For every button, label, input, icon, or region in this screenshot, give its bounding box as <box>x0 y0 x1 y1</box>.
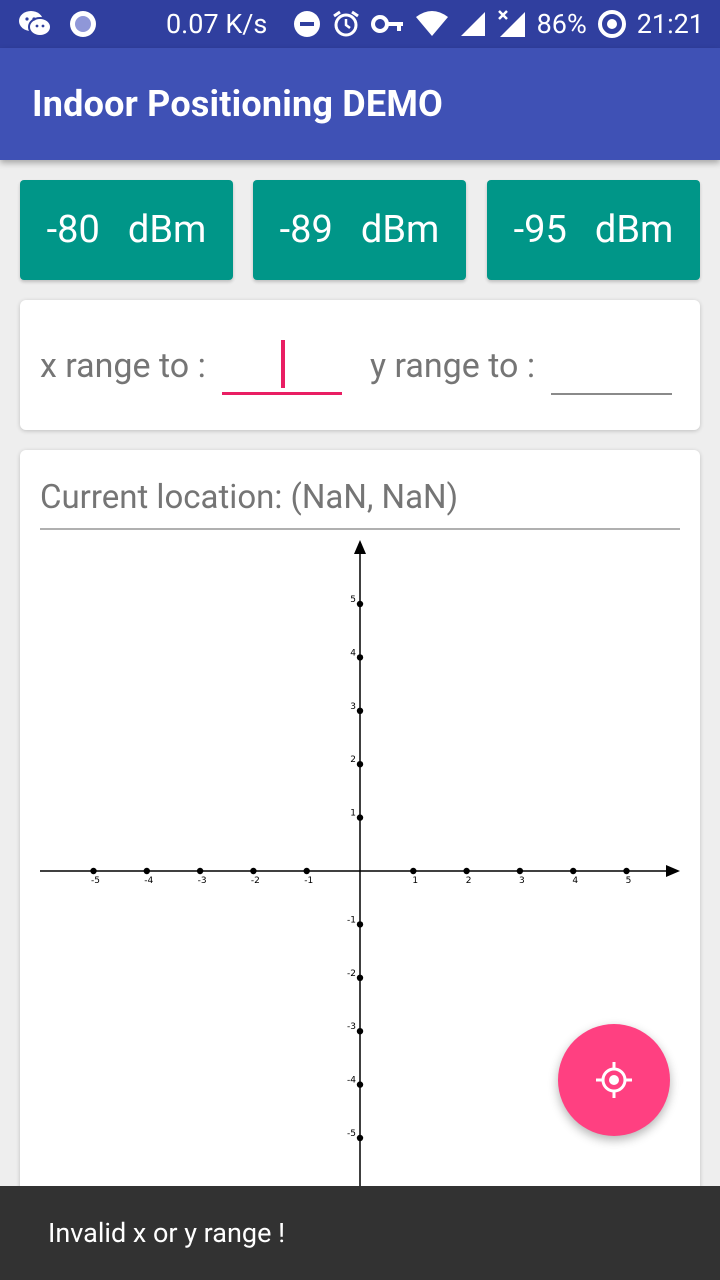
y-tick-mark <box>356 921 364 928</box>
app-title: Indoor Positioning DEMO <box>32 83 444 125</box>
y-tick-mark <box>356 1081 364 1088</box>
y-tick-label: -1 <box>347 915 356 925</box>
text-cursor <box>281 340 285 388</box>
rssi-button-2[interactable]: -89 dBm <box>253 180 466 280</box>
y-tick-mark <box>356 814 364 821</box>
y-range-input[interactable] <box>551 348 672 388</box>
x-tick-mark <box>623 867 630 875</box>
wifi-icon <box>415 11 449 37</box>
y-range-label: y range to : <box>370 346 536 386</box>
signal-icon <box>459 10 487 38</box>
snackbar-message: Invalid x or y range ! <box>48 1217 286 1249</box>
my-location-icon <box>594 1060 634 1100</box>
x-tick-mark <box>570 867 577 875</box>
record-icon <box>68 9 98 39</box>
y-tick-label: 5 <box>350 595 356 605</box>
y-tick-mark <box>356 654 364 661</box>
rssi-button-3[interactable]: -95 dBm <box>487 180 700 280</box>
y-tick-mark <box>356 761 364 768</box>
y-tick-label: -3 <box>347 1022 356 1032</box>
rssi-value: -80 <box>46 208 100 252</box>
x-tick-label: -1 <box>304 876 313 886</box>
y-tick-mark <box>356 600 364 608</box>
x-tick-mark <box>90 867 97 875</box>
battery-saver-icon <box>597 9 627 39</box>
x-tick-label: -4 <box>144 876 153 886</box>
y-tick-label: 4 <box>350 648 356 658</box>
rssi-row: -80 dBm -89 dBm -95 dBm <box>20 180 700 280</box>
x-range-underline <box>222 392 342 395</box>
x-tick-label: -2 <box>251 876 260 886</box>
battery-percent: 86% <box>536 8 587 40</box>
signal-no-data-icon <box>497 9 527 39</box>
y-tick-label: -2 <box>347 969 356 979</box>
y-tick-label: 1 <box>350 809 356 819</box>
locate-button[interactable] <box>558 1024 670 1136</box>
y-tick-label: -5 <box>347 1129 356 1139</box>
dnd-icon <box>293 10 321 38</box>
x-tick-label: -3 <box>198 876 207 886</box>
y-tick-label: -4 <box>347 1076 356 1086</box>
y-tick-label: 3 <box>350 702 356 712</box>
x-tick-mark <box>250 867 257 875</box>
rssi-button-1[interactable]: -80 dBm <box>20 180 233 280</box>
y-tick-label: 2 <box>350 755 356 765</box>
rssi-unit: dBm <box>360 208 440 252</box>
x-tick-mark <box>410 867 417 875</box>
rssi-unit: dBm <box>127 208 207 252</box>
y-tick-mark <box>356 974 364 981</box>
x-tick-mark <box>303 867 310 875</box>
key-icon <box>370 12 405 36</box>
x-range-label: x range to : <box>40 346 206 386</box>
alarm-icon <box>331 9 361 39</box>
rssi-value: -89 <box>279 208 333 252</box>
x-tick-mark <box>463 867 470 875</box>
x-tick-label: 2 <box>466 876 472 886</box>
x-tick-mark <box>516 867 524 875</box>
range-card: x range to : y range to : <box>20 300 700 430</box>
x-tick-label: 3 <box>519 876 525 886</box>
x-tick-label: -5 <box>91 876 100 886</box>
x-tick-label: 5 <box>626 876 632 886</box>
y-axis-arrow <box>354 540 366 554</box>
y-range-underline <box>551 393 672 395</box>
x-tick-mark <box>196 867 204 875</box>
clock: 21:21 <box>636 8 704 40</box>
app-bar: Indoor Positioning DEMO <box>0 48 720 160</box>
snackbar: Invalid x or y range ! <box>0 1186 720 1280</box>
y-tick-mark <box>356 1028 364 1035</box>
x-tick-label: 1 <box>412 876 418 886</box>
x-tick-label: 4 <box>572 876 578 886</box>
x-tick-mark <box>143 867 150 875</box>
rssi-value: -95 <box>513 208 567 252</box>
y-tick-mark <box>356 707 364 714</box>
y-tick-mark <box>356 1134 364 1142</box>
wechat-icon <box>18 9 52 39</box>
status-bar: 0.07 K/s 86% 21:21 <box>0 0 720 48</box>
x-axis-arrow <box>666 865 680 877</box>
network-speed: 0.07 K/s <box>166 8 268 40</box>
rssi-unit: dBm <box>594 208 674 252</box>
